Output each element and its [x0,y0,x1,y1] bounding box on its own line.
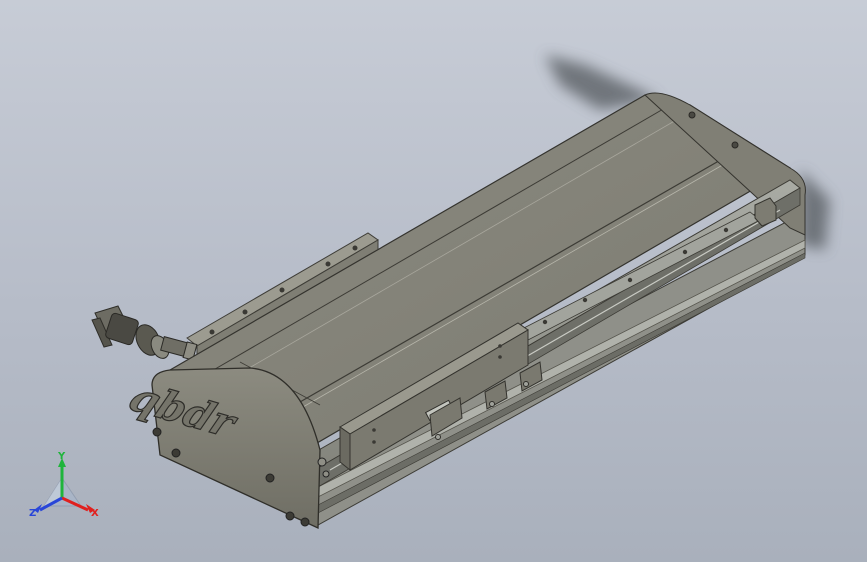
motor-connector[interactable] [91,305,198,361]
3d-viewport[interactable]: qbdr Y X Z [0,0,867,562]
z-axis-label: Z [29,508,36,519]
linear-actuator-model[interactable]: qbdr Y X Z [0,0,867,562]
y-axis-label: Y [57,451,66,462]
orientation-triad[interactable]: Y X Z [29,451,99,519]
x-axis-label: X [91,508,99,519]
